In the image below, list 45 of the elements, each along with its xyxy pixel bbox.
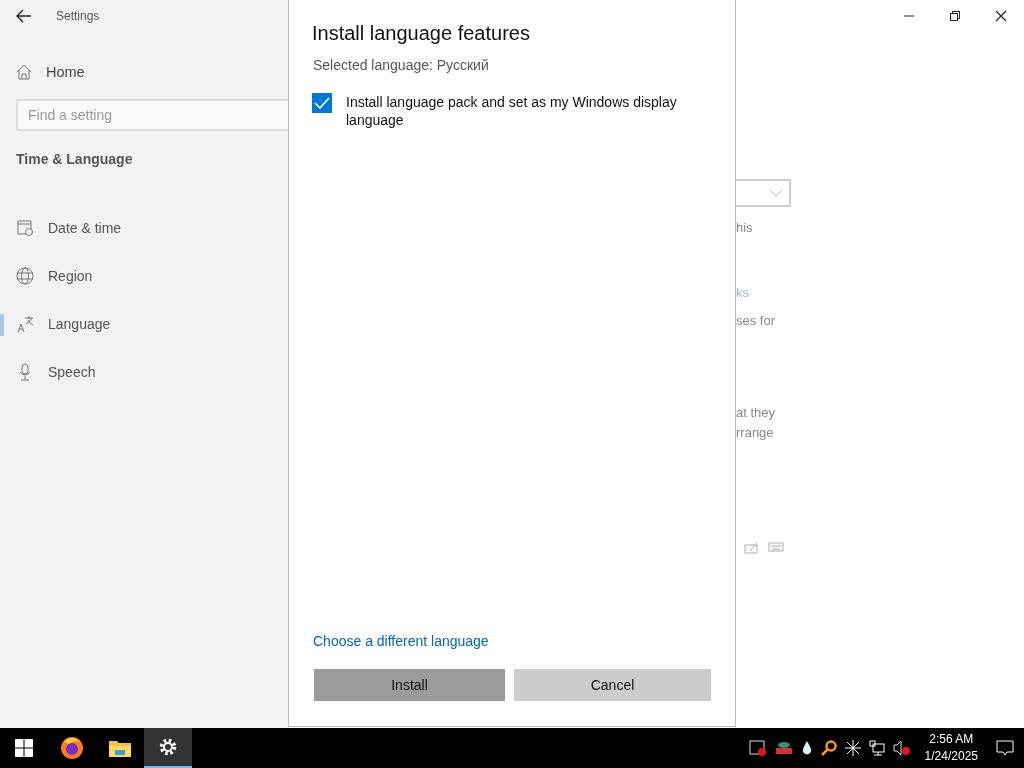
network-icon[interactable] <box>868 740 885 756</box>
checkbox-label: Install language pack and set as my Windows display language <box>346 93 678 129</box>
nav-item[interactable]: Region <box>0 252 288 300</box>
keyboard-icon <box>768 542 784 552</box>
home-icon <box>16 64 32 80</box>
cancel-button[interactable]: Cancel <box>514 669 711 701</box>
selected-language-text: Selected language: Русский <box>313 57 490 73</box>
muted-speaker-icon[interactable] <box>892 740 911 756</box>
nav-item[interactable]: Date & time <box>0 204 288 252</box>
description-text: rrange <box>736 424 774 442</box>
notification-icon[interactable] <box>996 740 1014 756</box>
windows-start-icon <box>15 739 33 757</box>
pen-icon <box>744 542 760 554</box>
folder-icon <box>108 738 132 758</box>
window-title: Settings <box>56 9 100 23</box>
language-icon <box>16 315 34 333</box>
security-alert-icon[interactable] <box>748 740 767 756</box>
droplet-icon[interactable] <box>800 740 813 756</box>
calendar-icon <box>17 219 33 237</box>
close-icon[interactable] <box>995 10 1007 22</box>
install-button[interactable]: Install <box>314 669 505 701</box>
chevron-down-icon <box>769 189 783 197</box>
browser-icon <box>60 736 84 760</box>
nav-item[interactable]: Speech <box>0 348 288 396</box>
starburst-icon[interactable] <box>844 740 861 756</box>
network-drive-icon[interactable] <box>774 740 793 756</box>
search-field[interactable]: Find a setting <box>16 99 288 131</box>
taskbar-button[interactable] <box>144 728 192 768</box>
clock-date[interactable]: 1/24/2025 <box>924 748 978 765</box>
clock-time[interactable]: 2:56 AM <box>929 731 974 748</box>
choose-language-link[interactable]: Choose a different language <box>313 633 489 649</box>
section-heading: Time & Language <box>16 151 134 169</box>
microphone-icon <box>18 363 32 381</box>
description-text: ses for <box>736 312 775 330</box>
checkbox[interactable] <box>312 93 332 113</box>
description-text: at they <box>736 404 776 422</box>
gear-icon <box>158 737 178 757</box>
restore-icon[interactable] <box>950 11 960 21</box>
dialog-title: Install language features <box>312 22 531 45</box>
globe-icon <box>16 267 34 285</box>
magnifier-icon[interactable] <box>820 740 837 756</box>
home-nav-item[interactable]: Home <box>16 57 288 87</box>
nav-item[interactable]: Language <box>0 300 288 348</box>
description-text: his <box>736 219 753 237</box>
back-arrow-icon[interactable] <box>16 9 32 23</box>
